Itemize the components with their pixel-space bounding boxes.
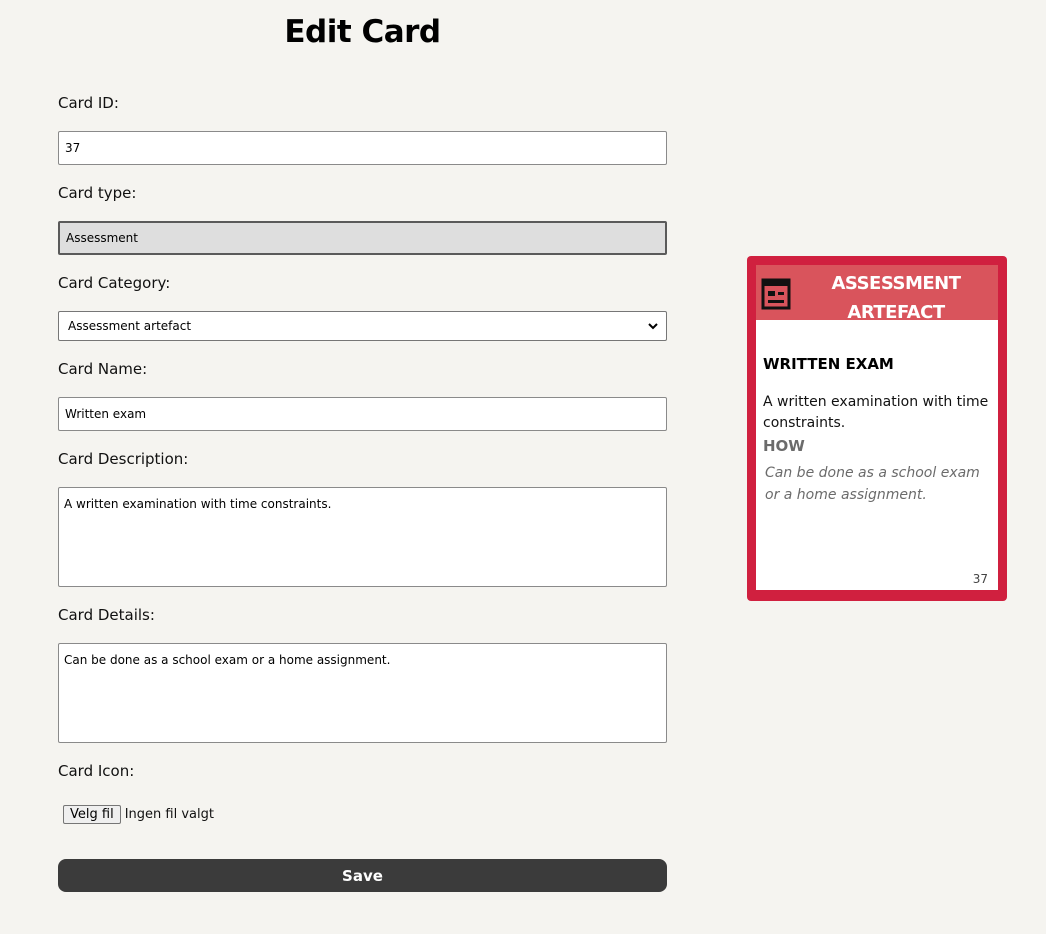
card-preview-category: ASSESSMENT ARTEFACT — [831, 273, 961, 323]
card-description-textarea[interactable]: A written examination with time constrai… — [58, 487, 667, 587]
card-id-input[interactable]: 37 — [58, 131, 667, 165]
card-preview-name: WRITTEN EXAM — [763, 355, 894, 373]
card-description-label: Card Description: — [58, 450, 189, 468]
choose-file-button[interactable]: Velg fil — [63, 805, 121, 824]
card-preview-body: ASSESSMENT ARTEFACT WRITTEN EXAM A writt… — [756, 265, 998, 590]
save-button[interactable]: Save — [58, 859, 667, 892]
card-preview-description: A written examination with time constrai… — [763, 394, 989, 431]
chevron-down-icon — [648, 323, 658, 330]
card-id-label: Card ID: — [58, 94, 119, 112]
card-details-label: Card Details: — [58, 606, 155, 624]
card-name-label: Card Name: — [58, 360, 148, 378]
card-icon-file-input: Velg fil Ingen fil valgt — [63, 805, 214, 824]
card-preview-how-heading: HOW — [763, 437, 805, 455]
card-preview-header: ASSESSMENT ARTEFACT — [756, 265, 998, 323]
card-preview-number: 37 — [972, 572, 988, 586]
card-category-label: Card Category: — [58, 274, 171, 292]
card-details-textarea[interactable]: Can be done as a school exam or a home a… — [58, 643, 667, 743]
file-status-text: Ingen fil valgt — [124, 807, 214, 822]
card-category-value: Assessment artefact — [68, 319, 192, 333]
card-category-select[interactable]: Assessment artefact — [58, 311, 667, 341]
card-preview: ASSESSMENT ARTEFACT WRITTEN EXAM A writt… — [747, 256, 1007, 601]
card-type-label: Card type: — [58, 184, 137, 202]
card-icon-label: Card Icon: — [58, 762, 135, 780]
card-type-input: Assessment — [58, 221, 667, 255]
article-icon — [761, 278, 791, 310]
page-title: Edit Card — [284, 14, 441, 50]
card-preview-details: Can be done as a school exam or a home a… — [765, 465, 980, 503]
card-name-input[interactable]: Written exam — [58, 397, 667, 431]
